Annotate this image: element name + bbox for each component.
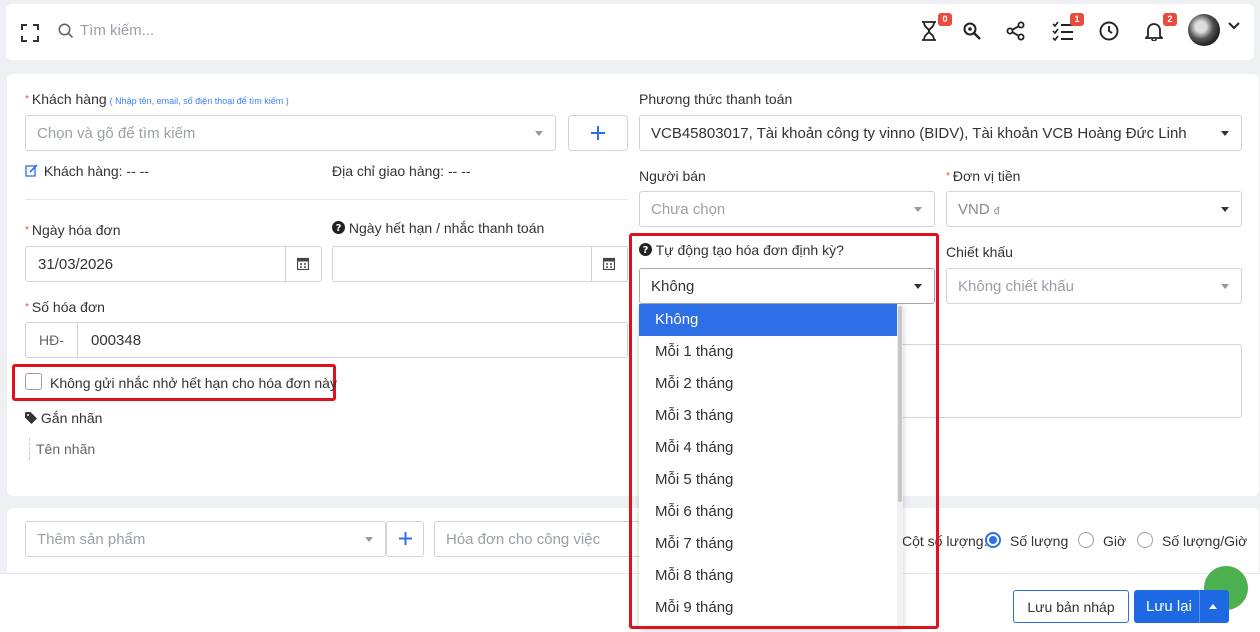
add-product-button[interactable] bbox=[386, 521, 424, 557]
search-icon bbox=[58, 23, 74, 38]
no-reminder-label: Không gửi nhắc nhở hết hạn cho hóa đơn n… bbox=[50, 375, 337, 391]
plus-icon bbox=[399, 532, 412, 545]
invoice-date-label: * Ngày hóa đơn bbox=[25, 222, 121, 238]
add-customer-button[interactable] bbox=[568, 115, 628, 151]
caret-down-icon bbox=[1221, 284, 1229, 289]
tasks-badge: 1 bbox=[1070, 13, 1084, 26]
svg-text:?: ? bbox=[336, 223, 342, 234]
tags-input[interactable]: Tên nhãn bbox=[29, 438, 95, 460]
invoice-date-field[interactable]: 31/03/2026 bbox=[25, 246, 322, 282]
qty-option-label: Giờ bbox=[1103, 533, 1127, 549]
fullscreen-icon[interactable] bbox=[20, 23, 40, 43]
top-bar: 0 1 2 bbox=[6, 4, 1254, 60]
task-invoice-select[interactable]: Hóa đơn cho công việc bbox=[434, 521, 640, 557]
calendar-button[interactable] bbox=[285, 247, 321, 281]
clock-icon[interactable] bbox=[1099, 21, 1121, 43]
seller-select[interactable]: Chưa chọn bbox=[639, 191, 935, 227]
add-product-select[interactable]: Thêm sản phẩm bbox=[25, 521, 386, 557]
search-input[interactable] bbox=[80, 22, 280, 39]
question-icon: ? bbox=[332, 221, 345, 234]
tasks-icon[interactable]: 1 bbox=[1052, 13, 1084, 43]
qty-radio-hours[interactable] bbox=[1078, 532, 1094, 548]
calendar-button[interactable] bbox=[591, 247, 627, 281]
share-icon[interactable] bbox=[1006, 21, 1028, 43]
caret-down-icon bbox=[1221, 207, 1229, 212]
no-reminder-checkbox[interactable] bbox=[25, 373, 42, 390]
save-draft-button[interactable]: Lưu bản nháp bbox=[1013, 590, 1129, 623]
payment-method-label: Phương thức thanh toán bbox=[639, 91, 793, 107]
notification-badge: 2 bbox=[1163, 13, 1177, 26]
customer-select[interactable]: Chọn và gõ để tìm kiếm bbox=[25, 115, 556, 151]
qty-option-label: Số lượng bbox=[1010, 533, 1069, 549]
seller-label: Người bán bbox=[639, 168, 706, 184]
discount-select[interactable]: Không chiết khấu bbox=[946, 268, 1242, 304]
invoice-number-field[interactable]: HĐ- 000348 bbox=[25, 322, 628, 358]
avatar[interactable] bbox=[1188, 14, 1220, 46]
customer-info: Khách hàng: -- -- bbox=[25, 163, 149, 179]
save-button[interactable]: Lưu lại bbox=[1134, 590, 1229, 623]
currency-label: * Đơn vị tiền bbox=[946, 168, 1021, 184]
invoice-prefix: HĐ- bbox=[26, 323, 78, 357]
qty-radio-qty-hours[interactable] bbox=[1137, 532, 1153, 548]
search-bar bbox=[58, 22, 280, 39]
tags-label: Gắn nhãn bbox=[25, 410, 102, 426]
shipping-address-info: Địa chỉ giao hàng: -- -- bbox=[332, 163, 471, 179]
search-key-icon[interactable] bbox=[962, 21, 984, 43]
highlight-box bbox=[629, 233, 939, 629]
qty-option-label: Số lượng/Giờ bbox=[1162, 533, 1248, 549]
caret-down-icon bbox=[1221, 131, 1229, 136]
caret-up-icon[interactable] bbox=[1209, 604, 1217, 609]
qty-radio-quantity[interactable] bbox=[985, 532, 1001, 548]
chevron-down-icon[interactable] bbox=[1228, 22, 1240, 30]
tag-icon bbox=[25, 412, 37, 424]
caret-down-icon bbox=[535, 131, 543, 136]
divider bbox=[25, 199, 628, 200]
edit-icon[interactable] bbox=[25, 164, 38, 177]
caret-down-icon bbox=[914, 207, 922, 212]
invoice-number-label: * Số hóa đơn bbox=[25, 299, 105, 315]
currency-select[interactable]: VND đ bbox=[946, 191, 1242, 227]
discount-label: Chiết khấu bbox=[946, 244, 1013, 260]
caret-down-icon bbox=[365, 537, 373, 542]
bell-icon[interactable]: 2 bbox=[1143, 13, 1177, 43]
calendar-icon bbox=[603, 257, 615, 270]
customer-label: * Khách hàng( Nhập tên, email, số điện th… bbox=[25, 91, 289, 107]
plus-icon bbox=[591, 126, 605, 140]
due-date-field[interactable] bbox=[332, 246, 628, 282]
timer-badge: 0 bbox=[938, 13, 952, 26]
timer-icon[interactable]: 0 bbox=[920, 13, 952, 43]
due-date-label: ? Ngày hết hạn / nhắc thanh toán bbox=[332, 220, 544, 236]
payment-method-select[interactable]: VCB45803017, Tài khoản công ty vinno (BI… bbox=[639, 115, 1242, 151]
calendar-icon bbox=[297, 257, 309, 270]
